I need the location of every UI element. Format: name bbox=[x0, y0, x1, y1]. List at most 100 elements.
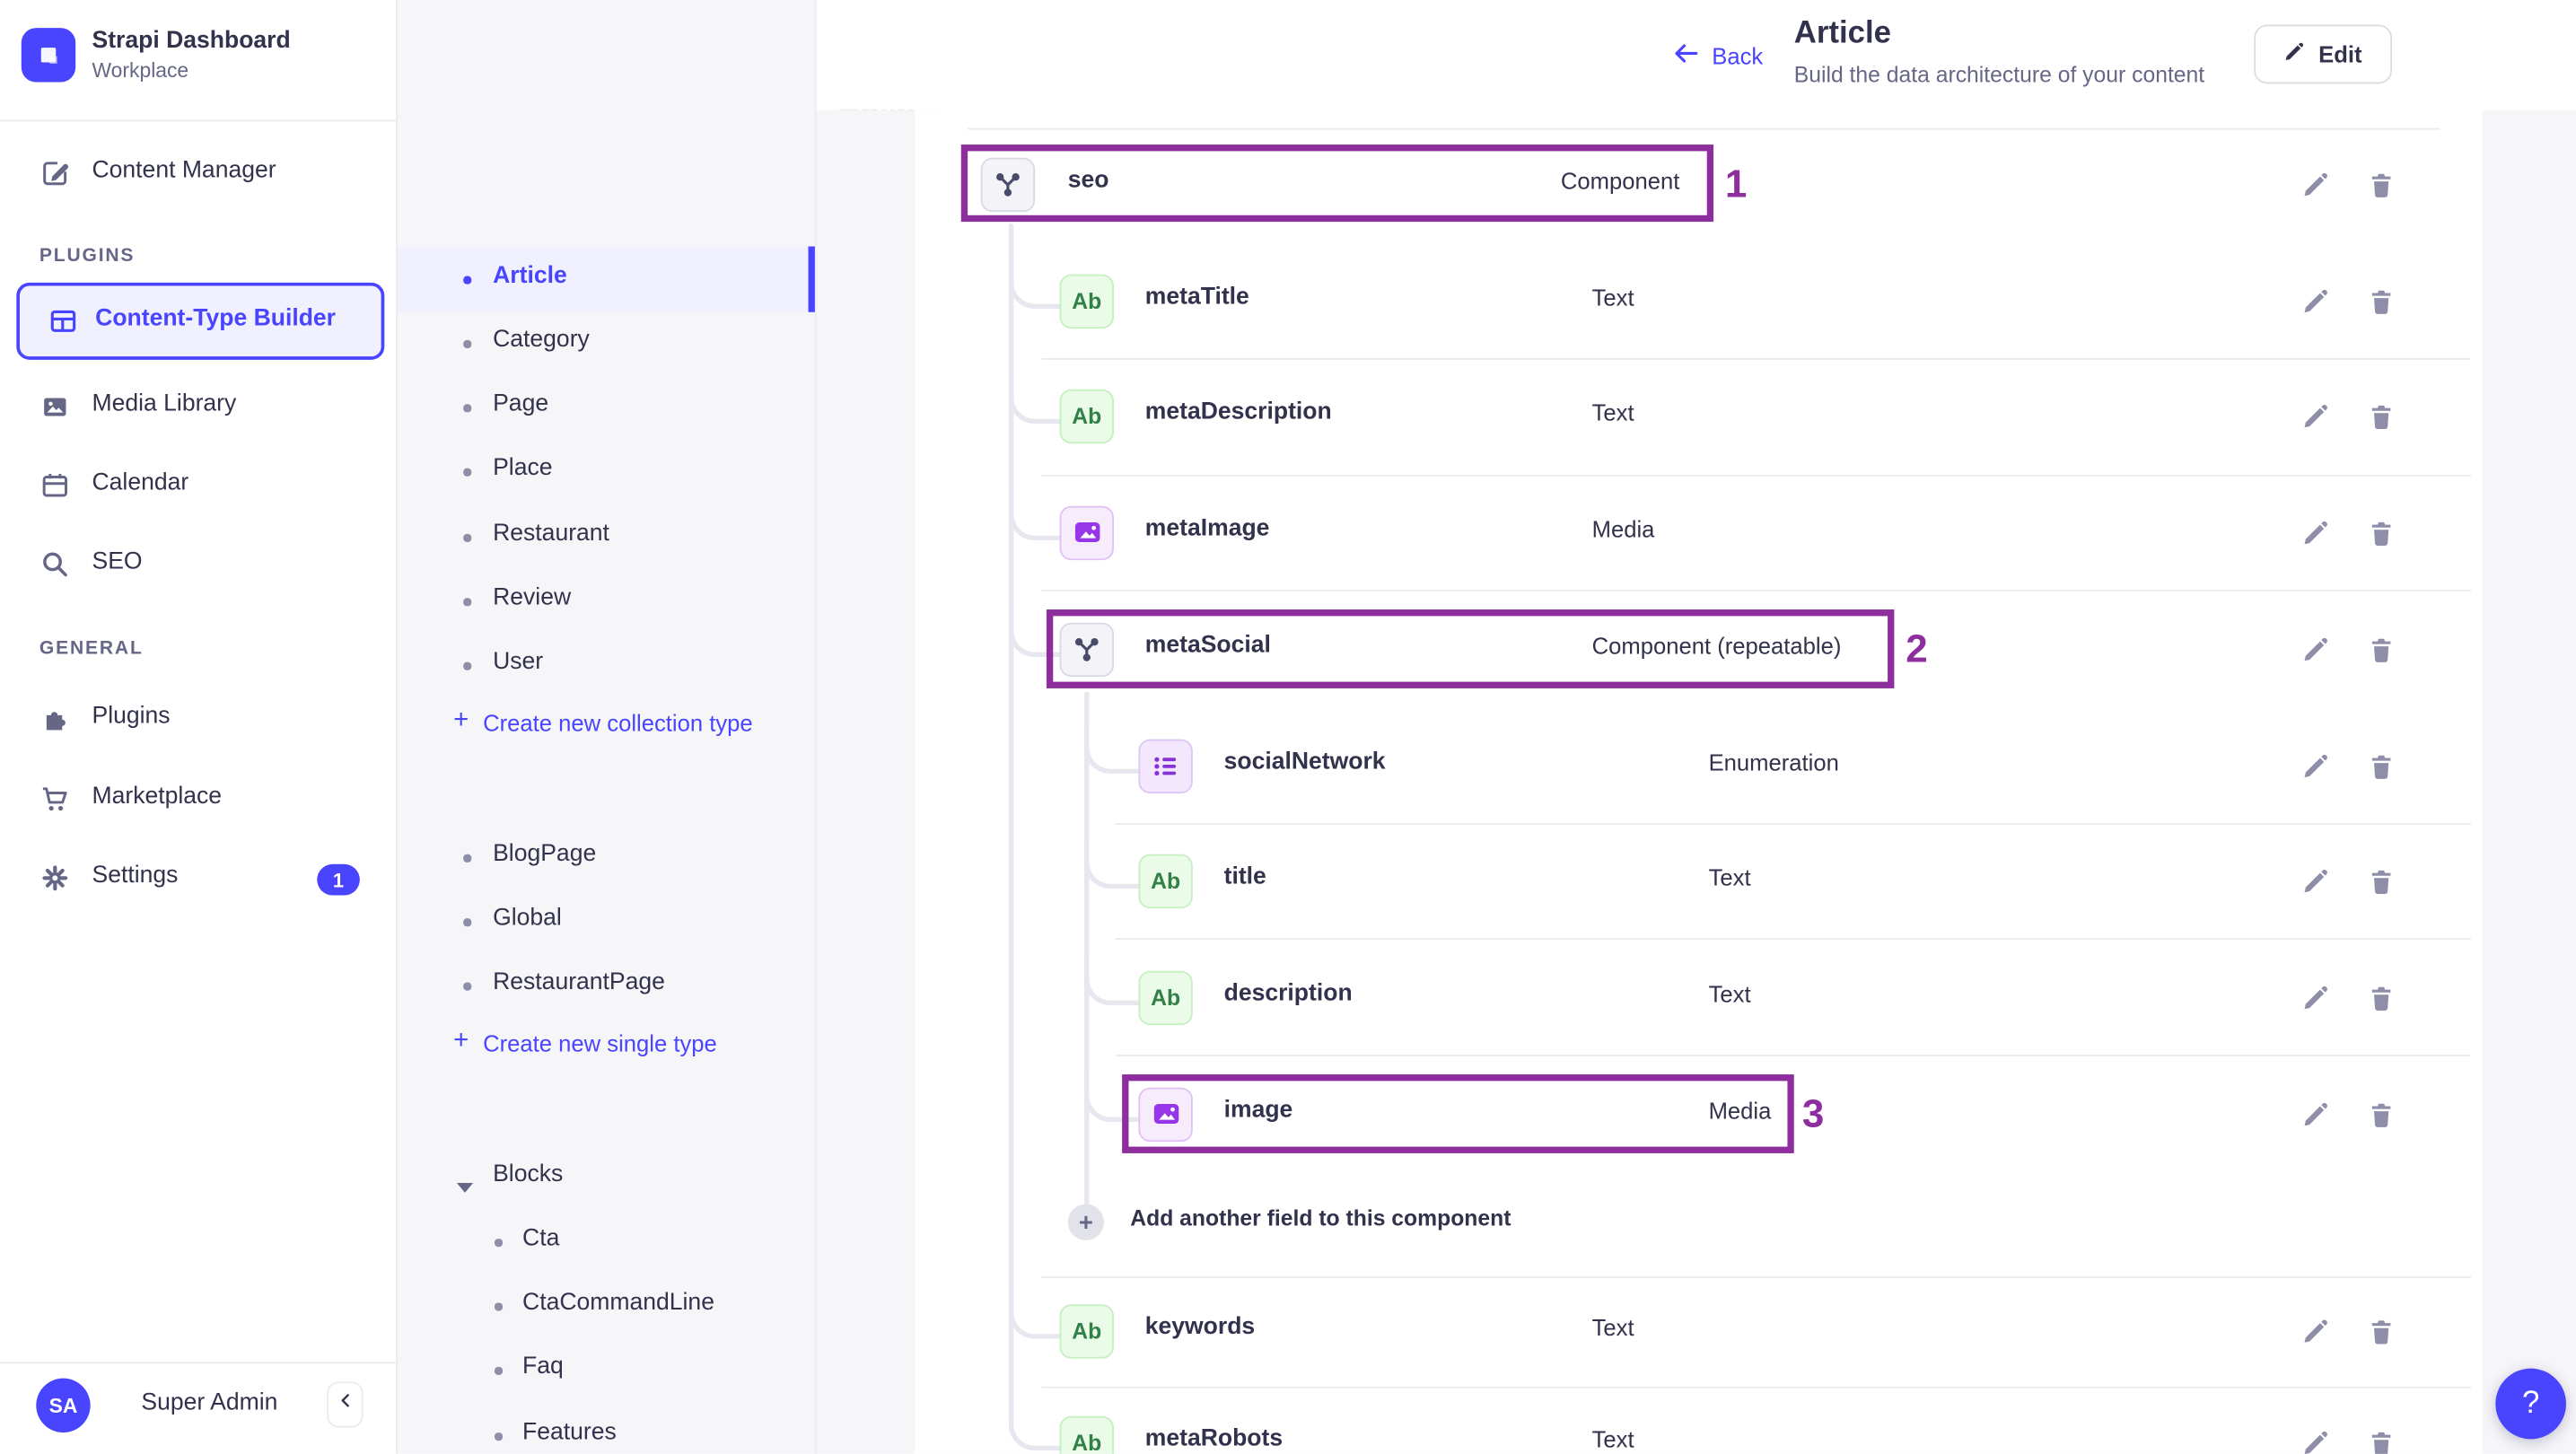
text-field-glyph: Ab bbox=[1072, 1430, 1102, 1454]
annotation-number-3: 3 bbox=[1801, 1092, 1825, 1137]
media-icon bbox=[1059, 504, 1114, 560]
panel-item-label: RestaurantPage bbox=[493, 968, 665, 996]
panel-item-faq[interactable]: Faq bbox=[398, 1341, 815, 1400]
sidebar-item-marketplace[interactable]: Marketplace bbox=[0, 770, 396, 829]
delete-field-button[interactable] bbox=[2366, 285, 2396, 315]
list-bullet bbox=[463, 404, 471, 412]
panel-item-article[interactable]: Article bbox=[398, 250, 815, 309]
edit-field-button[interactable] bbox=[2300, 518, 2329, 547]
panel-item-page[interactable]: Page bbox=[398, 378, 815, 437]
row-divider bbox=[1115, 938, 2471, 940]
sidebar-item-label: Content Manager bbox=[92, 157, 276, 184]
field-name: metaRobots bbox=[1144, 1425, 1284, 1453]
text-field-glyph: Ab bbox=[1151, 868, 1181, 893]
strapi-app: Strapi Dashboard Workplace Content Manag… bbox=[0, 0, 2576, 1454]
panel-item-ctacommandline[interactable]: CtaCommandLine bbox=[398, 1276, 815, 1336]
panel-item-review[interactable]: Review bbox=[398, 572, 815, 631]
back-link[interactable]: Back bbox=[1672, 39, 1763, 73]
delete-field-button[interactable] bbox=[2366, 1099, 2396, 1129]
edit-field-button[interactable] bbox=[2300, 983, 2329, 1012]
sidebar-item-calendar[interactable]: Calendar bbox=[0, 457, 396, 516]
text-icon: Ab bbox=[1138, 853, 1193, 908]
field-name: description bbox=[1223, 980, 1353, 1008]
avatar-initials: SA bbox=[48, 1394, 78, 1417]
sidebar-item-label: Content-Type Builder bbox=[95, 305, 337, 332]
list-bullet bbox=[463, 661, 471, 670]
list-bullet bbox=[494, 1366, 503, 1375]
list-bullet bbox=[463, 276, 471, 284]
panel-item-category[interactable]: Category bbox=[398, 314, 815, 373]
sidebar-item-content-manager[interactable]: Content Manager bbox=[0, 145, 396, 204]
delete-field-button[interactable] bbox=[2366, 170, 2396, 199]
text-icon: Ab bbox=[1059, 1303, 1114, 1358]
edit-button[interactable]: Edit bbox=[2254, 24, 2392, 84]
create-new-collection-type-link[interactable]: + Create new collection type bbox=[398, 700, 815, 753]
text-field-glyph: Ab bbox=[1072, 288, 1102, 313]
delete-field-button[interactable] bbox=[2366, 1316, 2396, 1345]
add-field-to-component-label[interactable]: Add another field to this component bbox=[1130, 1205, 1511, 1230]
delete-field-button[interactable] bbox=[2366, 401, 2396, 431]
panel-item-global[interactable]: Global bbox=[398, 892, 815, 951]
tree-elbow bbox=[1084, 719, 1143, 775]
edit-field-button[interactable] bbox=[2300, 750, 2329, 780]
edit-field-button[interactable] bbox=[2300, 1099, 2329, 1129]
text-icon: Ab bbox=[1138, 969, 1193, 1025]
sidebar-item-plugins[interactable]: Plugins bbox=[0, 690, 396, 749]
edit-field-button[interactable] bbox=[2300, 635, 2329, 664]
edit-field-button[interactable] bbox=[2300, 1316, 2329, 1345]
sidebar-item-content-type-builder[interactable]: Content-Type Builder bbox=[16, 282, 385, 360]
sidebar-item-label: SEO bbox=[92, 548, 143, 575]
panel-item-features[interactable]: Features bbox=[398, 1406, 815, 1454]
field-type: Text bbox=[1708, 863, 1751, 891]
annotation-box-1 bbox=[960, 145, 1714, 223]
delete-field-button[interactable] bbox=[2366, 983, 2396, 1012]
panel-item-label: Cta bbox=[522, 1225, 560, 1252]
edit-field-button[interactable] bbox=[2300, 866, 2329, 896]
sidebar-item-settings[interactable]: Settings 1 bbox=[0, 849, 396, 908]
sidebar-item-media-library[interactable]: Media Library bbox=[0, 378, 396, 437]
sidebar-item-label: Marketplace bbox=[92, 784, 223, 810]
delete-field-button[interactable] bbox=[2366, 750, 2396, 780]
delete-field-button[interactable] bbox=[2366, 518, 2396, 547]
edit-field-button[interactable] bbox=[2300, 401, 2329, 431]
field-type: Text bbox=[1708, 980, 1751, 1008]
page-subtitle: Build the data architecture of your cont… bbox=[1793, 62, 2205, 88]
content-type-builder-icon bbox=[48, 305, 79, 337]
edit-field-button[interactable] bbox=[2300, 1428, 2329, 1454]
text-field-glyph: Ab bbox=[1151, 985, 1181, 1010]
content-manager-icon bbox=[39, 158, 71, 189]
panel-item-label: Review bbox=[493, 584, 572, 611]
add-field-to-component-button[interactable]: + bbox=[1067, 1204, 1104, 1240]
delete-field-button[interactable] bbox=[2366, 866, 2396, 896]
panel-item-place[interactable]: Place bbox=[398, 442, 815, 501]
panel-item-restaurantpage[interactable]: RestaurantPage bbox=[398, 956, 815, 1015]
panel-item-restaurant[interactable]: Restaurant bbox=[398, 508, 815, 567]
sidebar-item-label: Calendar bbox=[92, 469, 189, 496]
create-link-label: Create new collection type bbox=[483, 709, 753, 736]
edit-field-button[interactable] bbox=[2300, 170, 2329, 199]
annotation-number-1: 1 bbox=[1724, 162, 1748, 207]
delete-field-button[interactable] bbox=[2366, 635, 2396, 664]
panel-item-blogpage[interactable]: BlogPage bbox=[398, 828, 815, 887]
row-divider bbox=[1041, 1386, 2471, 1388]
delete-field-button[interactable] bbox=[2366, 1428, 2396, 1454]
brand-name: Strapi Dashboard bbox=[92, 28, 291, 55]
plus-icon: + bbox=[453, 706, 469, 735]
sidebar-item-seo[interactable]: SEO bbox=[0, 536, 396, 595]
list-bullet bbox=[494, 1239, 503, 1247]
page-title: Article bbox=[1793, 16, 1891, 51]
tree-elbow bbox=[1084, 950, 1143, 1006]
panel-group-blocks[interactable]: Blocks bbox=[398, 1148, 815, 1207]
panel-item-cta[interactable]: Cta bbox=[398, 1213, 815, 1272]
panel-item-user[interactable]: User bbox=[398, 635, 815, 695]
sidebar-divider-bottom bbox=[0, 1362, 397, 1364]
sidebar-item-label: Plugins bbox=[92, 703, 171, 730]
row-divider bbox=[1041, 1276, 2471, 1279]
list-bullet bbox=[463, 468, 471, 476]
sidebar-collapse-button[interactable] bbox=[327, 1381, 364, 1428]
sidebar-item-label: Settings bbox=[92, 862, 179, 889]
sidebar-section-label: PLUGINS bbox=[39, 246, 136, 267]
help-button[interactable]: ? bbox=[2495, 1368, 2567, 1440]
create-new-single-type-link[interactable]: + Create new single type bbox=[398, 1020, 815, 1073]
edit-field-button[interactable] bbox=[2300, 285, 2329, 315]
